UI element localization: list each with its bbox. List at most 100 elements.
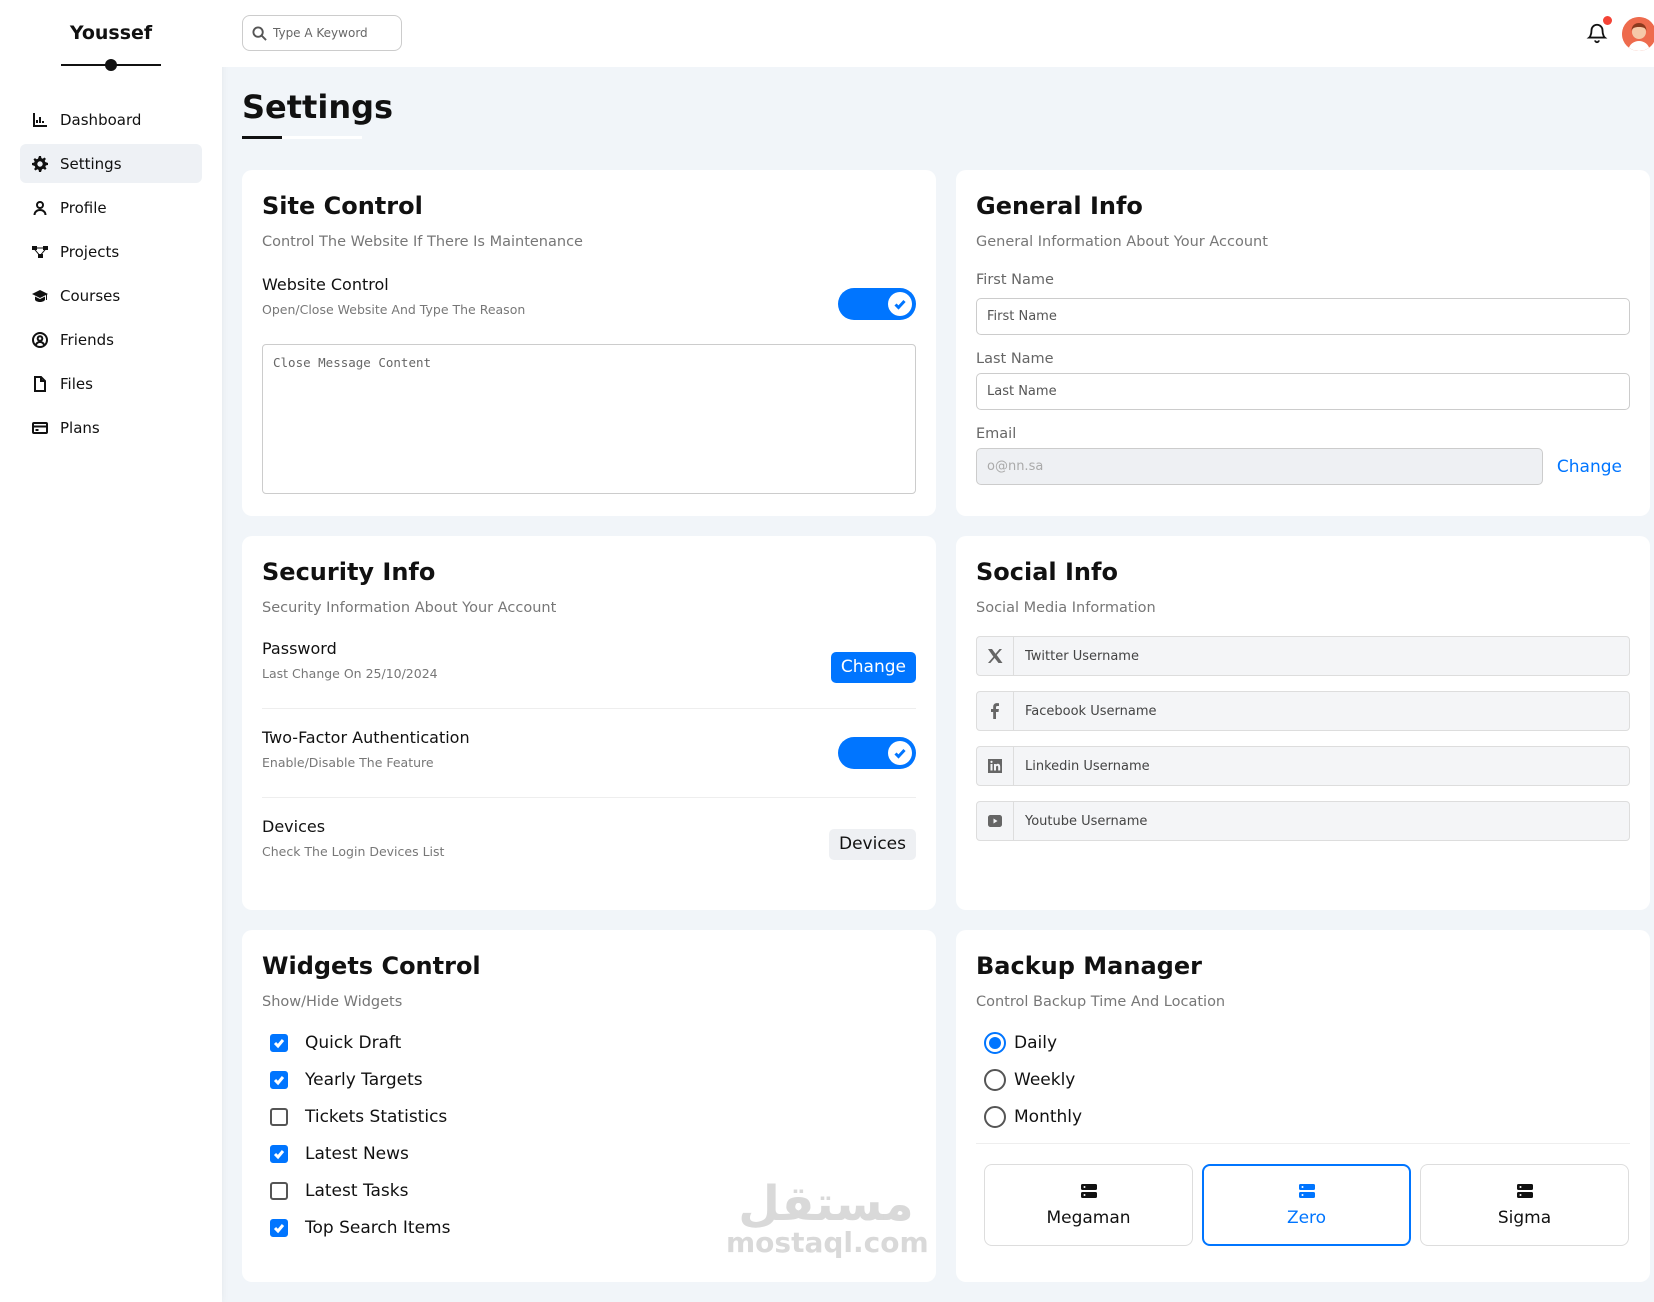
- sidebar: Youssef Dashboard Settings Profile Proje…: [0, 0, 222, 1302]
- first-name-input[interactable]: [976, 298, 1630, 335]
- sidebar-item-label: Courses: [60, 286, 121, 305]
- radio-button[interactable]: [984, 1068, 1006, 1091]
- server-icon: [1516, 1183, 1533, 1198]
- widget-option-yearly-targets[interactable]: Yearly Targets: [262, 1061, 916, 1098]
- password-subtitle: Last Change On 25/10/2024: [262, 666, 438, 681]
- radio-button[interactable]: [984, 1105, 1006, 1128]
- email-row: Change: [976, 448, 1630, 485]
- checkbox[interactable]: [270, 1181, 288, 1200]
- checkbox[interactable]: [270, 1107, 288, 1126]
- chart-icon: [33, 112, 47, 127]
- website-control-toggle[interactable]: [838, 288, 916, 320]
- widget-option-quick-draft[interactable]: Quick Draft: [262, 1024, 916, 1061]
- card-title: General Info: [976, 192, 1143, 220]
- sidebar-item-dashboard[interactable]: Dashboard: [20, 100, 202, 139]
- password-title: Password: [262, 639, 337, 658]
- sidebar-item-label: Settings: [60, 154, 122, 173]
- youtube-field: [976, 801, 1630, 841]
- email-label: Email: [976, 426, 1017, 442]
- user-icon: [33, 200, 47, 215]
- sidebar-item-files[interactable]: Files: [20, 364, 202, 403]
- sidebar-item-settings[interactable]: Settings: [20, 144, 202, 183]
- user-circle-icon: [32, 331, 48, 348]
- backup-option-label: Monthly: [1014, 1106, 1083, 1127]
- graduation-cap-icon: [32, 289, 48, 302]
- linkedin-field: [976, 746, 1630, 786]
- backup-option-daily[interactable]: Daily: [976, 1024, 1630, 1061]
- radio-button[interactable]: [984, 1031, 1006, 1054]
- general-info-card: General Info General Information About Y…: [956, 170, 1650, 516]
- server-label: Sigma: [1497, 1207, 1552, 1228]
- two-factor-row: Two-Factor Authentication Enable/Disable…: [262, 725, 916, 773]
- sidebar-item-label: Plans: [60, 418, 100, 437]
- devices-button[interactable]: Devices: [829, 828, 916, 860]
- page-title-underline: [242, 136, 362, 139]
- email-input: [976, 448, 1543, 485]
- sidebar-item-label: Friends: [60, 330, 114, 349]
- first-name-label: First Name: [976, 272, 1054, 288]
- avatar[interactable]: [1622, 17, 1654, 51]
- checkbox[interactable]: [270, 1218, 288, 1237]
- widget-option-tickets-statistics[interactable]: Tickets Statistics: [262, 1098, 916, 1135]
- avatar-icon: [1622, 17, 1654, 51]
- widget-option-label: Latest News: [305, 1143, 409, 1164]
- backup-option-weekly[interactable]: Weekly: [976, 1061, 1630, 1098]
- facebook-field: [976, 691, 1630, 731]
- sidebar-item-profile[interactable]: Profile: [20, 188, 202, 227]
- server-label: Zero: [1286, 1207, 1327, 1228]
- social-info-card: Social Info Social Media Information: [956, 536, 1650, 910]
- social-fields: [976, 636, 1630, 841]
- backup-manager-card: Backup Manager Control Backup Time And L…: [956, 930, 1650, 1282]
- sidebar-item-plans[interactable]: Plans: [20, 408, 202, 447]
- backup-frequency-options: Daily Weekly Monthly: [976, 1024, 1630, 1135]
- brand-name: Youssef: [69, 22, 153, 44]
- watermark: مستقل mostaql.com: [726, 1180, 929, 1259]
- youtube-username-input[interactable]: [1014, 802, 1629, 840]
- two-factor-title: Two-Factor Authentication: [262, 728, 470, 747]
- server-option-zero[interactable]: Zero: [1202, 1164, 1411, 1246]
- facebook-username-input[interactable]: [1014, 692, 1629, 730]
- server-icon: [1080, 1183, 1097, 1198]
- widget-option-label: Quick Draft: [305, 1032, 402, 1053]
- divider: [262, 797, 916, 798]
- last-name-input[interactable]: [976, 373, 1630, 410]
- sidebar-item-projects[interactable]: Projects: [20, 232, 202, 271]
- change-password-button[interactable]: Change: [830, 651, 916, 683]
- email-change-link[interactable]: Change: [1557, 457, 1622, 477]
- widget-option-latest-news[interactable]: Latest News: [262, 1135, 916, 1172]
- checkbox[interactable]: [270, 1144, 288, 1163]
- search-input[interactable]: [273, 26, 388, 40]
- sidebar-item-label: Files: [60, 374, 93, 393]
- divider: [976, 1143, 1630, 1144]
- checkbox[interactable]: [270, 1070, 288, 1089]
- check-icon: [894, 748, 906, 759]
- backup-servers: Megaman Zero Sigma: [976, 1164, 1630, 1246]
- password-row: Password Last Change On 25/10/2024 Chang…: [262, 636, 916, 684]
- sidebar-nav: Dashboard Settings Profile Projects Cour…: [0, 100, 222, 447]
- sidebar-item-courses[interactable]: Courses: [20, 276, 202, 315]
- x-twitter-icon: [988, 649, 1003, 663]
- card-title: Backup Manager: [976, 952, 1202, 980]
- linkedin-username-input[interactable]: [1014, 747, 1629, 785]
- watermark-latin: mostaql.com: [726, 1226, 929, 1259]
- card-title: Security Info: [262, 558, 436, 586]
- gear-icon: [32, 155, 48, 172]
- notification-button[interactable]: [1586, 16, 1612, 46]
- checkbox[interactable]: [270, 1033, 288, 1052]
- sidebar-item-friends[interactable]: Friends: [20, 320, 202, 359]
- card-subtitle: Control Backup Time And Location: [976, 994, 1226, 1010]
- sidebar-item-label: Profile: [60, 198, 107, 217]
- search-box[interactable]: [242, 15, 402, 51]
- bell-icon: [1586, 23, 1608, 44]
- server-label: Megaman: [1046, 1207, 1131, 1228]
- close-message-textarea[interactable]: [262, 344, 916, 494]
- twitter-username-input[interactable]: [1014, 637, 1629, 675]
- server-option-megaman[interactable]: Megaman: [984, 1164, 1193, 1246]
- backup-option-label: Daily: [1014, 1032, 1058, 1053]
- server-option-sigma[interactable]: Sigma: [1420, 1164, 1629, 1246]
- file-icon: [34, 375, 46, 392]
- website-control-row: Website Control Open/Close Website And T…: [262, 272, 916, 320]
- devices-row: Devices Check The Login Devices List Dev…: [262, 814, 916, 862]
- backup-option-monthly[interactable]: Monthly: [976, 1098, 1630, 1135]
- two-factor-toggle[interactable]: [838, 737, 916, 769]
